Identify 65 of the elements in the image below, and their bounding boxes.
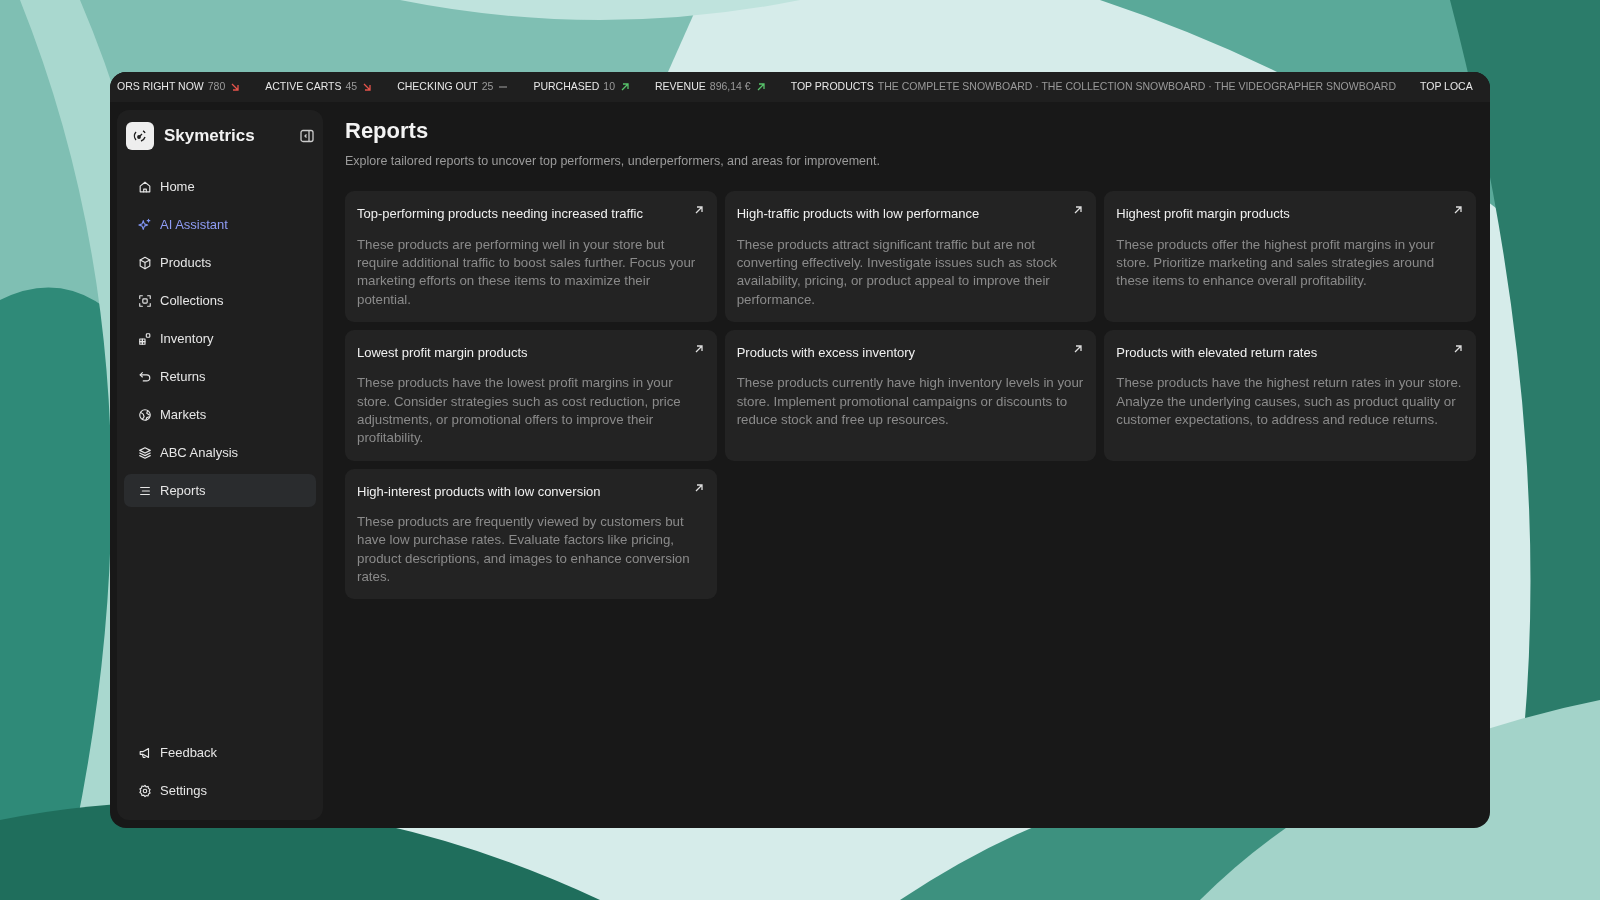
card-title: Products with excess inventory	[736, 343, 916, 362]
sparkle-icon	[138, 217, 152, 232]
card-description: These products are frequently viewed by customers but have low purchase rates. Evaluate factors like pricing, product descriptions, and images to enhance conversion rates.	[357, 513, 691, 586]
megaphone-icon	[138, 745, 152, 760]
layers-icon	[138, 445, 152, 460]
external-link-icon[interactable]	[1072, 342, 1085, 355]
ticker-label: CHECKING OUT	[397, 79, 478, 95]
nav-item[interactable]: ABC Analysis	[124, 436, 316, 469]
ticker-value: 45	[345, 79, 358, 95]
globe-icon	[138, 407, 152, 422]
nav-item[interactable]: Inventory	[124, 322, 316, 355]
card-title: Top-performing products needing increased traffic	[357, 205, 643, 224]
settings-icon	[138, 783, 152, 798]
ticker-value: 896,14 €	[709, 79, 751, 95]
trend-down-icon	[361, 81, 374, 93]
report-card[interactable]	[724, 191, 1097, 322]
grid-icon	[138, 331, 152, 346]
ticker-label: ACTIVE CARTS	[265, 79, 342, 95]
trend-up-icon	[619, 81, 632, 93]
return-icon	[138, 369, 152, 384]
collection-icon	[138, 293, 152, 308]
card-description: These products have the highest return rates in your store. Analyze the underlying causes, such as product quality or customer expectations, to address and reduce returns.	[1116, 374, 1463, 429]
card-title: Products with elevated return rates	[1116, 343, 1318, 362]
logo-icon	[126, 122, 154, 150]
card-title: High-interest products with low conversion	[357, 482, 601, 501]
trend-down-icon	[229, 81, 242, 93]
ticker-label: REVENUE	[655, 79, 706, 95]
home-icon	[138, 179, 152, 194]
nav-item[interactable]: Home	[124, 170, 316, 203]
nav-item[interactable]: Collections	[124, 284, 316, 317]
report-card[interactable]	[345, 191, 717, 322]
nav-item[interactable]: Settings	[124, 774, 316, 807]
card-description: These products offer the highest profit margins in your store. Prioritize marketing and sales strategies around these items to enhance overall profitability.	[1116, 235, 1436, 291]
card-description: These products are performing well in your store but require additional traffic to boost sales further. Focus your marketing efforts on these items to maximize their potential.	[357, 235, 697, 309]
external-link-icon[interactable]	[1452, 342, 1464, 355]
ticker-label: ORS RIGHT NOW	[117, 79, 204, 95]
card-description: These products currently have high inventory levels in your store. Implement promotional campaigns or discounts to reduce stock and free up resources.	[736, 374, 1085, 429]
card-title: Lowest profit margin products	[357, 343, 528, 362]
ticker-label: TOP PRODUCTS	[790, 79, 874, 95]
report-card[interactable]	[1104, 329, 1476, 461]
app-name: Skymetrics	[164, 125, 256, 148]
nav-item[interactable]: Markets	[124, 398, 316, 431]
nav-item[interactable]: Products	[124, 246, 316, 279]
nav-item[interactable]: Feedback	[124, 736, 316, 769]
card-title: High-traffic products with low performance	[736, 205, 980, 224]
report-card[interactable]: Products with excess inventory These products currently have high inventory levels in your store. Implement promotional campaigns or discounts to reduce stock and free up resources.	[724, 329, 1097, 461]
page-subtitle: Explore tailored reports to uncover top performers, underperformers, and areas for improvement.	[345, 153, 881, 171]
nav-item[interactable]: Returns	[124, 360, 316, 393]
ticker-value: 10	[603, 79, 616, 95]
report-card[interactable]: Highest profit margin products These products offer the highest profit margins in your store. Prioritize marketing and sales strategies around these items to enhance overall profitability.	[1104, 191, 1476, 322]
ticker-value: 780	[207, 79, 226, 95]
nav-item[interactable]: Reports	[124, 474, 316, 507]
ticker-value: 25	[481, 79, 494, 95]
report-card[interactable]	[345, 468, 717, 600]
card-title: Highest profit margin products	[1116, 205, 1290, 224]
ticker-label: PURCHASED	[533, 79, 600, 95]
sidebar-toggle-icon[interactable]	[300, 129, 314, 143]
report-card[interactable]	[345, 329, 717, 461]
box-icon	[138, 255, 152, 270]
ticker-label: TOP LOCA	[1420, 79, 1473, 95]
card-description: These products have the lowest profit margins in your store. Consider strategies such as cost reduction, price adjustments, or promotional offers to improve their profitability.	[357, 374, 682, 448]
page-title: Reports	[345, 118, 430, 145]
nav-item[interactable]: AI Assistant	[124, 208, 316, 241]
ticker-value: THE COMPLETE SNOWBOARD · THE COLLECTION SNOWBOARD · THE VIDEOGRAPHER SNOWBOARD	[877, 79, 1396, 95]
card-description: These products attract significant traffic but are not converting effectively. Investigate issues such as stock availability, pricing, or product appeal to improve their performance.	[736, 235, 1058, 309]
